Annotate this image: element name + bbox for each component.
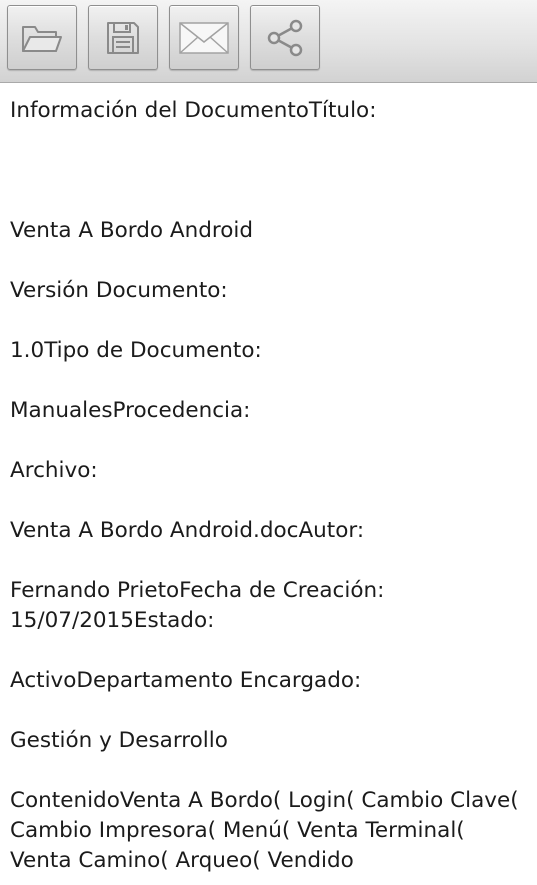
- document-info-title-line: Información del DocumentoTítulo:: [10, 98, 377, 123]
- document-status-department-line: ActivoDepartamento Encargado:: [10, 668, 362, 693]
- share-button[interactable]: [250, 5, 320, 70]
- document-origin-line: ManualesProcedencia:: [10, 398, 251, 423]
- envelope-icon: [179, 21, 229, 54]
- document-author-date-line: Fernando PrietoFecha de Creación: 15/07/…: [10, 578, 385, 633]
- floppy-disk-icon: [107, 21, 139, 54]
- folder-open-icon: [22, 25, 62, 52]
- document-department-value: Gestión y Desarrollo: [10, 728, 228, 753]
- toolbar: [0, 0, 537, 83]
- open-button[interactable]: [7, 5, 77, 70]
- document-content: Información del DocumentoTítulo: Venta A…: [10, 96, 532, 876]
- email-button[interactable]: [169, 5, 239, 70]
- document-file-label: Archivo:: [10, 458, 98, 483]
- document-contents-line: ContenidoVenta A Bordo( Login( Cambio Cl…: [10, 788, 519, 873]
- document-type-line: 1.0Tipo de Documento:: [10, 338, 262, 363]
- share-icon: [267, 19, 303, 56]
- document-title-value: Venta A Bordo Android: [10, 218, 253, 243]
- document-file-author-line: Venta A Bordo Android.docAutor:: [10, 518, 365, 543]
- save-button[interactable]: [88, 5, 158, 70]
- document-version-label: Versión Documento:: [10, 278, 228, 303]
